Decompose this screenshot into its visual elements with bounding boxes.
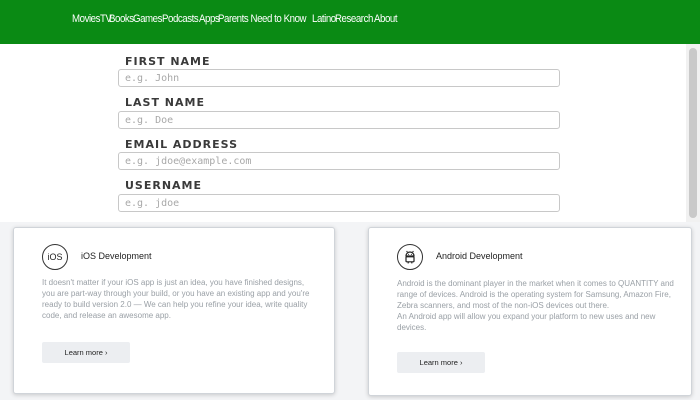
nav-item-parents-need-to-know[interactable]: Parents Need to Know — [218, 13, 307, 25]
android-learn-more-button[interactable]: Learn more › — [397, 352, 485, 373]
nav-item-books[interactable]: Books — [109, 13, 134, 25]
first-name-label: FIRST NAME — [125, 55, 211, 68]
ios-card-title: iOS Development — [81, 251, 152, 261]
nav-item-latino[interactable]: Latino — [312, 13, 336, 25]
android-icon — [397, 244, 423, 270]
android-development-card: Android Development Android is the domin… — [368, 227, 692, 396]
nav-item-podcasts[interactable]: Podcasts — [162, 13, 199, 25]
ios-icon: iOS — [42, 244, 68, 270]
top-nav-bar: Movies TV Books Games Podcasts Apps Pare… — [0, 0, 700, 44]
ios-card-description: It doesn't matter if your iOS app is jus… — [42, 278, 310, 320]
last-name-field[interactable] — [118, 111, 560, 129]
ios-learn-more-button[interactable]: Learn more › — [42, 342, 130, 363]
username-label: USERNAME — [125, 179, 203, 192]
scrollbar-thumb[interactable] — [689, 48, 697, 218]
main-nav: Movies TV Books Games Podcasts Apps Pare… — [72, 13, 398, 25]
android-card-paragraph-1: Android is the dominant player in the ma… — [397, 279, 674, 310]
first-name-field[interactable] — [118, 69, 560, 87]
username-field[interactable] — [118, 194, 560, 212]
form-scrollbar[interactable] — [686, 44, 700, 222]
signup-form: FIRST NAME LAST NAME EMAIL ADDRESS USERN… — [0, 44, 686, 222]
nav-item-apps[interactable]: Apps — [199, 13, 220, 25]
nav-item-games[interactable]: Games — [133, 13, 162, 25]
services-section: iOS iOS Development It doesn't matter if… — [0, 222, 700, 400]
android-card-title: Android Development — [436, 251, 523, 261]
ios-development-card: iOS iOS Development It doesn't matter if… — [13, 227, 335, 394]
nav-item-movies[interactable]: Movies — [72, 13, 100, 25]
last-name-label: LAST NAME — [125, 96, 205, 109]
email-field[interactable] — [118, 152, 560, 170]
android-card-description: Android is the dominant player in the ma… — [397, 278, 682, 333]
nav-item-about[interactable]: About — [374, 13, 398, 25]
nav-item-research[interactable]: Research — [335, 13, 373, 25]
email-address-label: EMAIL ADDRESS — [125, 138, 239, 151]
android-card-paragraph-2: An Android app will allow you expand you… — [397, 312, 656, 332]
